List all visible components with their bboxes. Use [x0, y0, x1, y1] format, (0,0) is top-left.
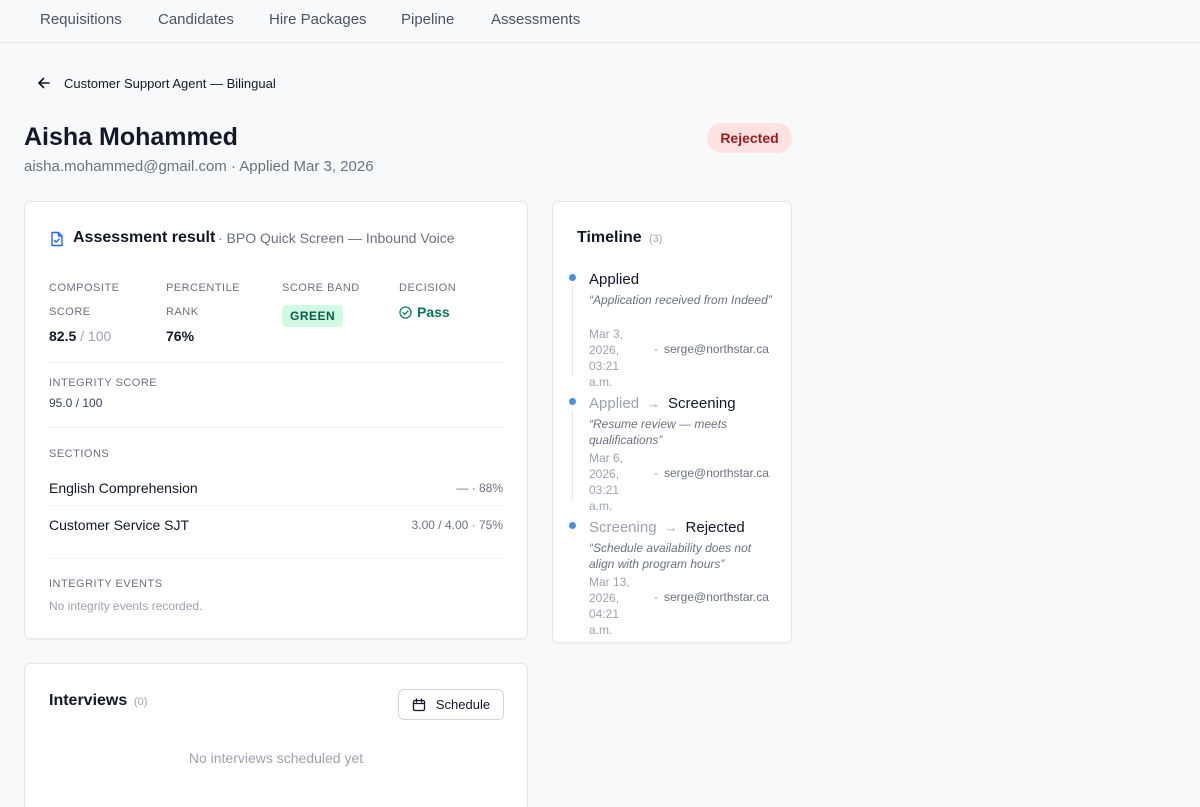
- composite-score-value-row: 82.5 / 100: [49, 328, 111, 344]
- timeline-line: [572, 286, 573, 376]
- timeline-user: · serge@northstar.ca: [654, 342, 769, 356]
- timeline-status: Rejected: [685, 519, 745, 536]
- integrity-score-label: INTEGRITY SCORE: [49, 377, 158, 389]
- timeline-line: [572, 410, 573, 500]
- timeline-entry-heading: Screening → Rejected: [589, 519, 745, 536]
- percentile-rank-label-line2: RANK: [166, 306, 199, 318]
- timeline-user: · serge@northstar.ca: [654, 590, 769, 604]
- interviews-card: Interviews (0) Schedule No interviews sc…: [24, 663, 528, 807]
- percentile-rank-value: 76%: [166, 328, 195, 344]
- nav-assessments[interactable]: Assessments: [491, 11, 580, 28]
- timeline-dot: [569, 274, 576, 281]
- decision-value: Pass: [417, 304, 450, 320]
- timeline-note: “Schedule availability does not align wi…: [589, 541, 752, 571]
- divider: [49, 505, 504, 506]
- arrow-right-icon: →: [664, 520, 678, 535]
- interviews-count: (0): [134, 696, 148, 708]
- integrity-events-label: INTEGRITY EVENTS: [49, 578, 163, 590]
- schedule-button-label[interactable]: Schedule: [436, 697, 490, 712]
- divider: [49, 362, 504, 363]
- timeline-date: Mar 6, 2026, 03:21 a.m.: [589, 451, 624, 513]
- nav-requisitions[interactable]: Requisitions: [40, 11, 122, 28]
- timeline-status: Screening: [668, 395, 736, 412]
- timeline-note: “Resume review — meets qualifications”: [589, 417, 728, 447]
- interviews-title: Interviews: [49, 692, 128, 709]
- arrow-right-icon: →: [647, 396, 661, 411]
- composite-score-label-line1: COMPOSITE: [49, 282, 120, 294]
- section-name: Customer Service SJT: [49, 517, 190, 533]
- timeline-user-email: serge@northstar.ca: [664, 342, 769, 356]
- timeline-user-email: serge@northstar.ca: [664, 466, 769, 480]
- top-nav: Requisitions Candidates Hire Packages Pi…: [0, 0, 1200, 43]
- timeline-note: “Application received from Indeed”: [589, 293, 772, 307]
- schedule-button[interactable]: Schedule: [398, 689, 504, 720]
- nav-candidates[interactable]: Candidates: [158, 11, 234, 28]
- timeline-from-status: Screening: [589, 519, 657, 536]
- arrow-left-icon[interactable]: [36, 75, 52, 91]
- timeline-status: Applied: [589, 271, 640, 288]
- score-band-label: SCORE BAND: [282, 282, 360, 294]
- timeline-title: Timeline: [577, 229, 642, 246]
- timeline-user: · serge@northstar.ca: [654, 466, 769, 480]
- composite-score-value: 82.5: [49, 328, 77, 344]
- timeline-dot: [569, 398, 576, 405]
- nav-hire-packages[interactable]: Hire Packages: [269, 11, 367, 28]
- timeline-entry-heading: Applied → Screening: [589, 395, 736, 412]
- interviews-empty: No interviews scheduled yet: [188, 750, 364, 766]
- assessment-title: Assessment result: [73, 229, 216, 246]
- composite-score-max: / 100: [76, 328, 112, 344]
- integrity-events-empty: No integrity events recorded.: [49, 599, 203, 613]
- candidate-subtitle: aisha.mohammed@gmail.com · Applied Mar 3…: [24, 158, 374, 175]
- candidate-name: Aisha Mohammed: [24, 123, 238, 151]
- decision-value-row: Pass: [399, 304, 450, 320]
- timeline-user-email: serge@northstar.ca: [664, 590, 769, 604]
- timeline-card: Timeline (3) Applied “Application receiv…: [552, 201, 792, 643]
- section-name: English Comprehension: [49, 480, 198, 496]
- check-circle-icon: [399, 305, 412, 319]
- timeline-entry-heading: Applied: [589, 271, 639, 288]
- section-score: — · 88%: [456, 481, 503, 495]
- sections-label: SECTIONS: [49, 448, 110, 460]
- section-score: 3.00 / 4.00 · 75%: [411, 518, 503, 532]
- timeline-date: Mar 13, 2026, 04:21 a.m.: [589, 575, 630, 637]
- back-link[interactable]: Customer Support Agent — Bilingual: [36, 74, 276, 92]
- divider: [49, 558, 504, 559]
- integrity-score-value: 95.0 / 100: [49, 396, 103, 410]
- back-link-label[interactable]: Customer Support Agent — Bilingual: [64, 76, 276, 91]
- status-badge: Rejected: [707, 123, 792, 153]
- decision-label: DECISION: [399, 282, 457, 294]
- assessment-card: Assessment result · BPO Quick Screen — I…: [24, 201, 528, 639]
- nav-pipeline[interactable]: Pipeline: [401, 11, 454, 28]
- percentile-rank-label-line1: PERCENTILE: [166, 282, 241, 294]
- timeline-from-status: Applied: [589, 395, 640, 412]
- assessment-subtitle: · BPO Quick Screen — Inbound Voice: [218, 230, 455, 246]
- divider: [49, 427, 504, 428]
- timeline-date: Mar 3, 2026, 03:21 a.m.: [589, 327, 624, 389]
- timeline-dot: [569, 522, 576, 529]
- composite-score-label-line2: SCORE: [49, 306, 91, 318]
- score-band-badge: GREEN: [282, 305, 344, 327]
- timeline-count: (3): [649, 233, 663, 245]
- calendar-icon: [412, 697, 426, 711]
- document-icon: [51, 231, 63, 247]
